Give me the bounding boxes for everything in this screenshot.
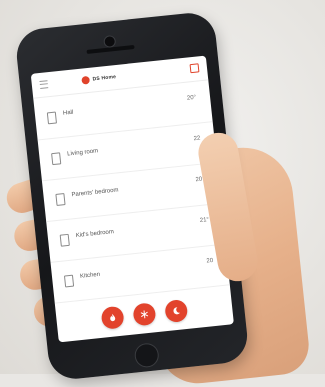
snowflake-icon <box>140 310 149 319</box>
room-name: Kitchen <box>79 271 101 280</box>
room-temperature: 20° <box>186 94 197 102</box>
hamburger-menu-icon[interactable] <box>39 80 49 89</box>
room-list: Hall 20° Living room 22 Parents' bedroom… <box>33 81 230 304</box>
edit-icon[interactable] <box>189 63 200 74</box>
phone-screen: DS Home Hall 20° Living room 22 Parents'… <box>30 55 234 343</box>
room-name: Hall <box>62 109 74 117</box>
app-logo: DS Home <box>81 72 116 86</box>
room-temperature: 22 <box>193 135 201 143</box>
logo-mark-icon <box>81 75 91 85</box>
room-temperature: 21° <box>199 217 210 225</box>
room-name: Parents' bedroom <box>71 187 119 199</box>
room-door-icon <box>63 274 75 288</box>
room-name: Living room <box>66 148 99 158</box>
room-door-icon <box>46 111 58 125</box>
moon-icon <box>173 307 180 315</box>
logo-text: DS Home <box>92 74 117 83</box>
room-name: Kid's bedroom <box>75 229 115 240</box>
room-door-icon <box>51 152 62 166</box>
heat-mode-button[interactable] <box>100 305 125 330</box>
room-door-icon <box>55 193 66 206</box>
room-temperature: 20 <box>206 257 214 265</box>
frost-mode-button[interactable] <box>132 302 157 327</box>
night-mode-button[interactable] <box>164 298 189 324</box>
home-button[interactable] <box>133 342 160 369</box>
room-door-icon <box>59 233 70 247</box>
flame-icon <box>110 313 116 322</box>
